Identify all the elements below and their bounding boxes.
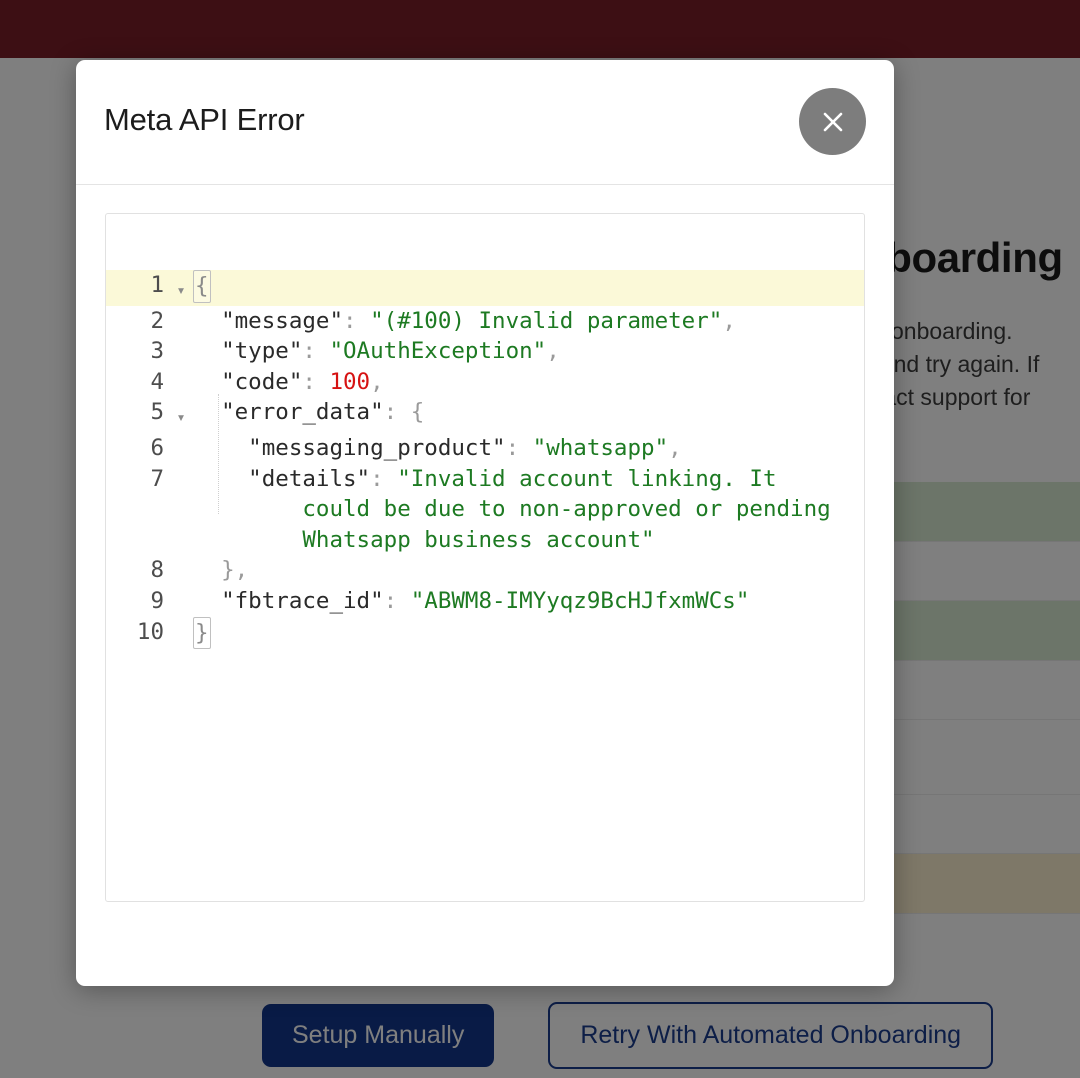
token-str: "whatsapp": [519, 434, 669, 461]
code-line: 4 "code": 100,: [106, 367, 864, 398]
token-punc: ,: [722, 307, 736, 334]
code-line: 2 "message": "(#100) Invalid parameter",: [106, 306, 864, 337]
line-number: 2: [150, 307, 164, 334]
token-str: "ABWM8-IMYyqz9BcHJfxmWCs": [397, 587, 750, 614]
token-str: "(#100) Invalid parameter": [356, 307, 723, 334]
close-icon[interactable]: [799, 88, 866, 155]
line-number: 9: [150, 587, 164, 614]
code-text: "fbtrace_id": "ABWM8-IMYyqz9BcHJfxmWCs": [194, 586, 864, 617]
token-num: 100: [315, 368, 371, 395]
error-json-viewer[interactable]: 1 ▾{2 "message": "(#100) Invalid paramete…: [105, 213, 865, 902]
token-key: "code": [194, 368, 303, 395]
code-line: 7 "details": "Invalid account linking. I…: [106, 464, 864, 556]
line-number: 10: [136, 618, 164, 645]
line-number: 4: [150, 368, 164, 395]
token-punc: ,: [370, 368, 384, 395]
code-line: 10}: [106, 616, 864, 650]
line-number: 3: [150, 338, 164, 365]
code-text: "code": 100,: [194, 367, 864, 398]
token-key: "type": [194, 338, 303, 365]
code-line: 9 "fbtrace_id": "ABWM8-IMYyqz9BcHJfxmWCs…: [106, 586, 864, 617]
dialog-header: Meta API Error: [76, 60, 894, 185]
token-str: "OAuthException": [315, 338, 547, 365]
chevron-down-icon[interactable]: ▾: [168, 397, 194, 433]
line-number: 1: [150, 272, 164, 298]
code-line: 8 },: [106, 555, 864, 586]
chevron-down-icon[interactable]: ▾: [168, 270, 194, 306]
token-punc: :: [302, 368, 316, 395]
token-punc: : {: [383, 399, 425, 426]
token-punc: ,: [668, 434, 682, 461]
code-line: 5 ▾ "error_data": {: [106, 397, 864, 433]
token-punc: :: [383, 587, 398, 614]
code-text: },: [194, 555, 864, 586]
code-lines: 1 ▾{2 "message": "(#100) Invalid paramete…: [106, 270, 864, 650]
brace-marker: {: [193, 270, 211, 303]
token-punc: :: [343, 307, 357, 334]
code-text: "type": "OAuthException",: [194, 336, 864, 367]
token-key: "message": [194, 307, 344, 334]
code-text: }: [193, 616, 864, 650]
code-text: "error_data": {: [194, 397, 864, 428]
dialog-title: Meta API Error: [104, 102, 305, 137]
line-number: 6: [150, 434, 164, 461]
code-line: 3 "type": "OAuthException",: [106, 336, 864, 367]
code-text: "messaging_product": "whatsapp",: [194, 433, 864, 464]
token-key: "messaging_product": [194, 434, 506, 461]
code-line: 6 "messaging_product": "whatsapp",: [106, 433, 864, 464]
code-text: "details": "Invalid account linking. It …: [194, 464, 864, 556]
brace-marker: }: [193, 616, 211, 650]
line-number: 8: [150, 557, 164, 584]
token-key: "details": [194, 465, 371, 492]
token-punc: ,: [546, 338, 560, 365]
token-punc: :: [505, 434, 520, 461]
token-punc: :: [302, 338, 316, 365]
code-line: 1 ▾{: [106, 270, 864, 306]
code-text: "message": "(#100) Invalid parameter",: [194, 306, 864, 337]
line-number: 5: [150, 399, 164, 426]
code-text: {: [193, 270, 864, 303]
line-number: 7: [150, 465, 164, 492]
token-key: "error_data": [194, 399, 384, 426]
token-key: "fbtrace_id": [194, 587, 384, 614]
meta-api-error-dialog: Meta API Error 1 ▾{2 "message": "(#100) I…: [76, 60, 894, 986]
token-punc: :: [370, 465, 384, 492]
token-punc: },: [194, 557, 249, 584]
